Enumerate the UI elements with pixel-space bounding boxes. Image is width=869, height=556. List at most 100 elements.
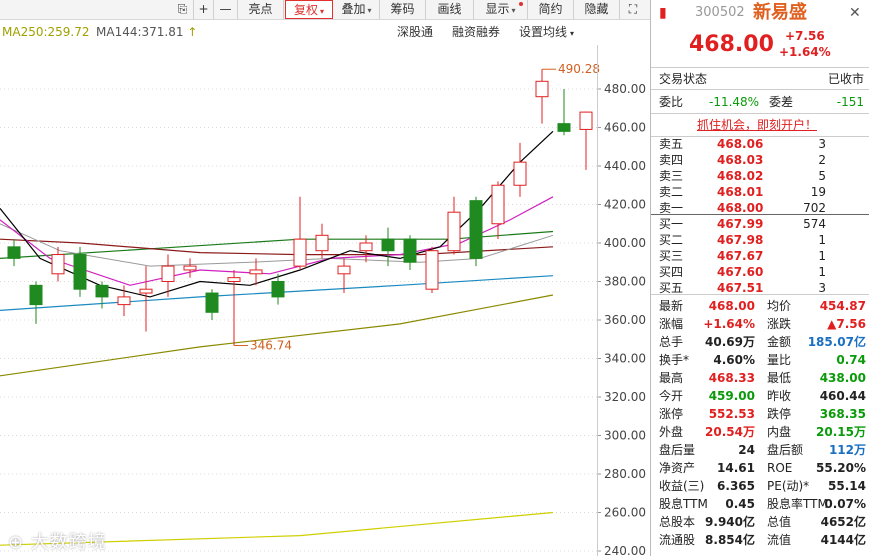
stat-label: 股息率TTM — [767, 497, 828, 511]
copy-icon[interactable]: ⎘ — [172, 0, 194, 19]
stat-value: 460.44 — [819, 389, 866, 403]
order-book-row[interactable]: 卖四 468.03 2 — [651, 152, 869, 168]
stat-value: ▲7.56 — [827, 317, 866, 331]
stats-row: 换手* 4.60% 量比 0.74 — [651, 351, 869, 369]
toolbar-adjust-button[interactable]: 复权 ▾ — [285, 0, 333, 19]
order-book-row[interactable]: 卖三 468.02 5 — [651, 168, 869, 184]
order-book-row[interactable]: 买一 467.99 574 — [651, 216, 869, 232]
order-book-volume: 574 — [803, 217, 826, 231]
arrow-up-icon: ↑ — [187, 25, 198, 39]
ma144-line — [0, 294, 554, 377]
stat-value: 112万 — [828, 443, 866, 457]
stat-value: 459.00 — [708, 389, 755, 403]
toolbar-draw-button[interactable]: 画线 — [426, 0, 474, 19]
close-icon[interactable]: ✕ — [849, 3, 861, 23]
stat-label: 今开 — [659, 389, 684, 403]
candle-up — [447, 211, 461, 252]
stat-label: 换手* — [659, 353, 690, 367]
stat-value: 0.07% — [824, 497, 866, 511]
weicha-label: 委差 — [769, 95, 794, 109]
stats-row: 总股本 9.940亿 总值 4652亿 — [651, 513, 869, 531]
toolbar-simple-button[interactable]: 简约 — [528, 0, 574, 19]
stats-row: 收益(三) 6.365 PE(动)* 55.14 — [651, 477, 869, 495]
chevron-down-icon: ▾ — [367, 6, 372, 15]
order-book-label: 卖二 — [659, 185, 684, 199]
candle-up — [51, 254, 65, 275]
stat-value: 40.69万 — [705, 335, 755, 349]
promo-row[interactable]: 抓住机会，即刻开户！ — [651, 116, 869, 134]
weicha-value: -151 — [836, 95, 864, 109]
margin-trading-link[interactable]: 融资融券 — [452, 21, 500, 43]
stats-row: 最新 468.00 均价 454.87 — [651, 297, 869, 315]
candle-up — [227, 277, 241, 282]
order-book-row[interactable]: 买二 467.98 1 — [651, 232, 869, 248]
toolbar-hide-button[interactable]: 隐藏 — [574, 0, 620, 19]
stat-label: 净资产 — [659, 461, 696, 475]
y-tick-label: 360.00 — [604, 313, 646, 327]
order-book-volume: 1 — [818, 265, 826, 279]
webi-value: -11.48% — [709, 95, 760, 109]
stat-label: 外盘 — [659, 425, 684, 439]
high-annotation: 490.28 — [558, 62, 600, 76]
stat-value: 55.14 — [828, 479, 866, 493]
ma250-label: MA250:259.72 — [2, 25, 90, 39]
open-account-link[interactable]: 抓住机会，即刻开户！ — [697, 116, 817, 134]
order-book-volume: 3 — [818, 137, 826, 151]
stat-value: 24 — [738, 443, 755, 457]
zoom-out-button[interactable]: — — [214, 0, 238, 19]
pin-icon[interactable]: ▮ — [659, 3, 667, 23]
order-book-price: 468.03 — [717, 153, 764, 167]
order-book-price: 468.01 — [717, 185, 764, 199]
order-book-price: 467.99 — [717, 217, 764, 231]
order-book-row[interactable]: 买三 467.67 1 — [651, 248, 869, 264]
candle-up — [315, 234, 329, 252]
y-tick-label: 280.00 — [604, 467, 646, 481]
zoom-in-button[interactable]: + — [194, 0, 214, 19]
order-book-label: 卖五 — [659, 137, 684, 151]
toolbar-display-button[interactable]: 显示 ▾ — [474, 0, 528, 19]
trade-status-value: 已收市 — [827, 72, 864, 86]
y-tick-label: 440.00 — [604, 159, 646, 173]
stat-label: 总股本 — [659, 515, 696, 529]
order-book-price: 467.60 — [717, 265, 764, 279]
stat-value: 438.00 — [819, 371, 866, 385]
candle-down — [271, 281, 285, 298]
stats-row: 外盘 20.54万 内盘 20.15万 — [651, 423, 869, 441]
stat-label: 收益(三) — [659, 479, 705, 493]
stat-label: 金额 — [767, 335, 792, 349]
stats-row: 总手 40.69万 金额 185.07亿 — [651, 333, 869, 351]
fullscreen-icon[interactable]: ⛶ — [620, 0, 646, 19]
stat-label: 跌停 — [767, 407, 792, 421]
stat-value: 20.15万 — [816, 425, 866, 439]
order-book-price: 467.98 — [717, 233, 764, 247]
candle-down — [205, 292, 219, 313]
stats-row: 今开 459.00 昨收 460.44 — [651, 387, 869, 405]
chevron-down-icon: ▾ — [511, 6, 516, 15]
stat-label: 最新 — [659, 299, 684, 313]
stats-row: 涨幅 +1.64% 涨跌 ▲7.56 — [651, 315, 869, 333]
chevron-down-icon: ▾ — [570, 29, 575, 38]
y-tick-label: 260.00 — [604, 506, 646, 520]
order-book-label: 买三 — [659, 249, 684, 263]
candle-up — [139, 288, 153, 294]
order-book-row[interactable]: 卖二 468.01 19 — [651, 184, 869, 200]
order-book-price: 467.67 — [717, 249, 764, 263]
toolbar-highlight-button[interactable]: 亮点 — [238, 0, 284, 19]
stat-label: 涨跌 — [767, 317, 792, 331]
price-change-pct: +1.64% — [779, 45, 831, 59]
y-tick-label: 460.00 — [604, 121, 646, 135]
candlestick-chart[interactable]: 480.00 460.00 440.00 420.00 400.00 380.00 360.… — [0, 45, 648, 556]
ma-settings-link[interactable]: 设置均线 ▾ — [519, 21, 574, 45]
stat-value: 552.53 — [708, 407, 755, 421]
stat-label: 涨幅 — [659, 317, 684, 331]
stat-value: 0.74 — [836, 353, 866, 367]
order-book-volume: 2 — [818, 153, 826, 167]
order-book-row[interactable]: 买四 467.60 1 — [651, 264, 869, 280]
toolbar-chips-button[interactable]: 筹码 — [380, 0, 426, 19]
stats-row: 净资产 14.61 ROE 55.20% — [651, 459, 869, 477]
candle-down — [469, 200, 483, 259]
y-tick-label: 400.00 — [604, 236, 646, 250]
toolbar-overlay-button[interactable]: 叠加 ▾ — [334, 0, 380, 19]
sz-connect-link[interactable]: 深股通 — [397, 21, 433, 43]
order-book-row[interactable]: 卖五 468.06 3 — [651, 136, 869, 152]
